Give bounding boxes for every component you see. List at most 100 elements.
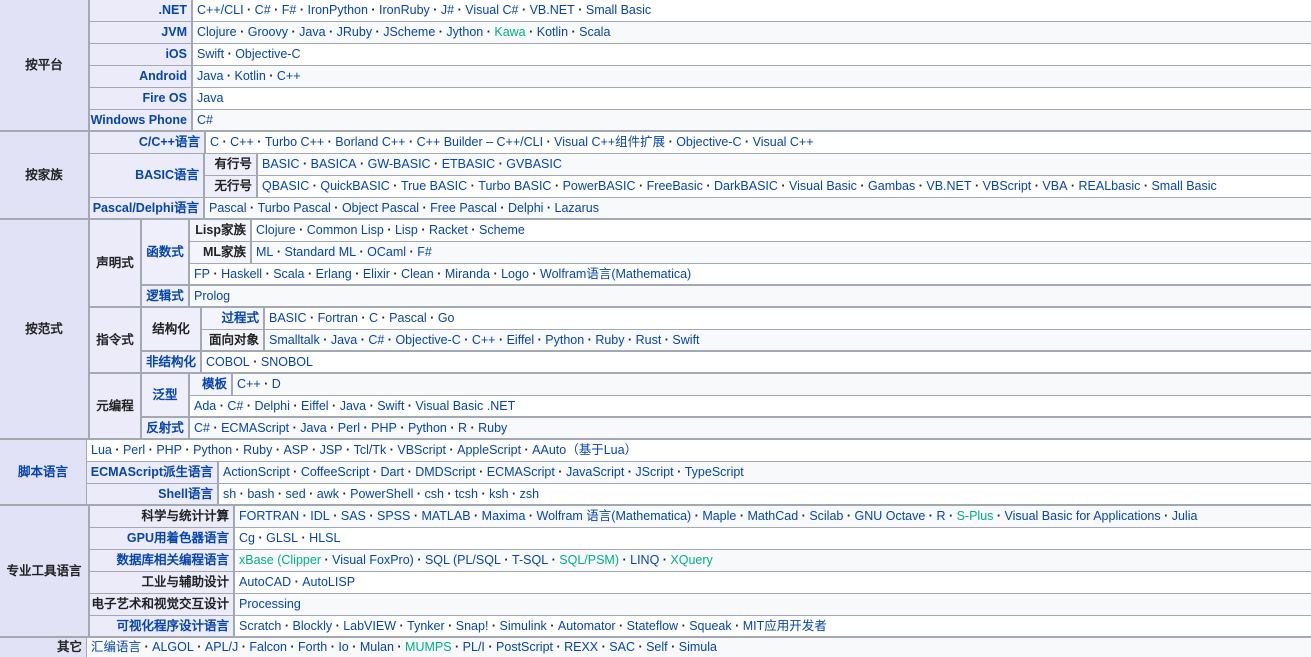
sub-label-procedural[interactable]: 过程式 xyxy=(202,308,263,329)
list-item[interactable]: Mulan xyxy=(360,640,405,654)
list-item[interactable]: F# xyxy=(282,3,308,17)
list-item[interactable]: ML xyxy=(256,245,284,259)
list-item[interactable]: REALbasic xyxy=(1079,179,1152,193)
sub-label-template[interactable]: 模板 xyxy=(190,374,231,395)
list-item[interactable]: C++ xyxy=(277,69,301,83)
list-item[interactable]: D xyxy=(272,377,281,391)
list-item[interactable]: Clojure xyxy=(256,223,307,237)
list-item[interactable]: Kotlin xyxy=(537,25,579,39)
list-item[interactable]: DarkBASIC xyxy=(714,179,789,193)
list-item[interactable]: GVBASIC xyxy=(506,157,562,171)
sub-label-unstructured[interactable]: 非结构化 xyxy=(142,352,200,372)
row-label-dotnet[interactable]: .NET xyxy=(90,0,191,21)
list-item[interactable]: ECMAScript xyxy=(487,465,566,479)
list-item[interactable]: C++/CLI xyxy=(197,3,255,17)
list-item[interactable]: JScript xyxy=(635,465,684,479)
list-item[interactable]: Visual C++ xyxy=(753,135,814,149)
list-item[interactable]: ASP xyxy=(283,443,319,457)
list-item[interactable]: Squeak xyxy=(689,619,743,633)
row-label-ios[interactable]: iOS xyxy=(90,44,191,65)
list-item[interactable]: ECMAScript xyxy=(221,421,300,435)
list-item[interactable]: CoffeeScript xyxy=(301,465,381,479)
list-item[interactable]: VB.NET xyxy=(530,3,586,17)
list-item[interactable]: C++ xyxy=(472,333,507,347)
list-item[interactable]: Delphi xyxy=(254,399,301,413)
list-item[interactable]: Wolfram语言(Mathematica) xyxy=(540,267,691,281)
list-item[interactable]: SQL (PL/SQL xyxy=(425,553,512,567)
list-item[interactable]: Python xyxy=(193,443,243,457)
list-item[interactable]: awk xyxy=(317,487,350,501)
list-item[interactable]: Pascal xyxy=(209,201,258,215)
list-item[interactable]: Turbo Pascal xyxy=(258,201,342,215)
list-item[interactable]: AutoLISP xyxy=(302,575,355,589)
list-item[interactable]: Scheme xyxy=(479,223,525,237)
list-item[interactable]: JSP xyxy=(320,443,354,457)
row-label-database[interactable]: 数据库相关编程语言 xyxy=(90,550,233,571)
list-item[interactable]: Java xyxy=(299,25,337,39)
list-item[interactable]: Scala xyxy=(273,267,315,281)
list-item[interactable]: LINQ xyxy=(630,553,670,567)
list-item[interactable]: Visual C# xyxy=(465,3,529,17)
list-item[interactable]: OCaml xyxy=(367,245,417,259)
list-item[interactable]: Prolog xyxy=(194,289,230,303)
list-item[interactable]: Lisp xyxy=(395,223,429,237)
row-label-pascal[interactable]: Pascal/Delphi语言 xyxy=(90,198,203,218)
list-item[interactable]: Go xyxy=(438,311,455,325)
sub-label-generic[interactable]: 泛型 xyxy=(142,374,188,416)
list-item[interactable]: REXX xyxy=(564,640,609,654)
list-item[interactable]: TypeScript xyxy=(685,465,744,479)
list-item[interactable]: GNU Octave xyxy=(854,509,936,523)
list-item[interactable]: tcsh xyxy=(455,487,489,501)
list-item[interactable]: ETBASIC xyxy=(442,157,507,171)
list-item[interactable]: GW-BASIC xyxy=(368,157,442,171)
list-item[interactable]: Swift xyxy=(672,333,699,347)
list-item[interactable]: PHP xyxy=(156,443,193,457)
list-item[interactable]: BASIC xyxy=(269,311,318,325)
list-item[interactable]: ALGOL xyxy=(152,640,205,654)
list-item[interactable]: XQuery xyxy=(670,553,712,567)
list-item[interactable]: ActionScript xyxy=(223,465,301,479)
list-item[interactable]: Java xyxy=(197,91,223,105)
list-item[interactable]: Visual FoxPro) xyxy=(332,553,425,567)
list-item[interactable]: Groovy xyxy=(248,25,299,39)
list-item[interactable]: C xyxy=(210,135,230,149)
list-item[interactable]: Kawa xyxy=(494,25,536,39)
list-item[interactable]: True BASIC xyxy=(401,179,478,193)
list-item[interactable]: QBASIC xyxy=(262,179,320,193)
list-item[interactable]: csh xyxy=(424,487,455,501)
list-item[interactable]: Gambas xyxy=(868,179,926,193)
list-item[interactable]: Maxima xyxy=(482,509,537,523)
list-item[interactable]: Self xyxy=(646,640,679,654)
list-item[interactable]: Java xyxy=(197,69,235,83)
list-item[interactable]: Ruby xyxy=(595,333,635,347)
list-item[interactable]: Cg xyxy=(239,531,266,545)
list-item[interactable]: Objective-C xyxy=(676,135,752,149)
list-item[interactable]: MIT应用开发者 xyxy=(743,619,827,633)
list-item[interactable]: Fortran xyxy=(318,311,369,325)
list-item[interactable]: C# xyxy=(255,3,282,17)
sub-label-logic[interactable]: 逻辑式 xyxy=(142,286,188,306)
list-item[interactable]: LabVIEW xyxy=(343,619,407,633)
list-item[interactable]: R xyxy=(458,421,478,435)
list-item[interactable]: Delphi xyxy=(508,201,555,215)
list-item[interactable]: Simulink xyxy=(500,619,558,633)
list-item[interactable]: SNOBOL xyxy=(261,355,313,369)
list-item[interactable]: Processing xyxy=(239,597,301,611)
row-label-fireos[interactable]: Fire OS xyxy=(90,88,191,109)
list-item[interactable]: IronPython xyxy=(307,3,379,17)
list-item[interactable]: Java xyxy=(331,333,369,347)
list-item[interactable]: Logo xyxy=(501,267,540,281)
list-item[interactable]: Scala xyxy=(579,25,610,39)
list-item[interactable]: JavaScript xyxy=(566,465,635,479)
list-item[interactable]: ksh xyxy=(489,487,520,501)
list-item[interactable]: Visual Basic .NET xyxy=(415,399,515,413)
list-item[interactable]: PostScript xyxy=(496,640,564,654)
list-item[interactable]: C xyxy=(369,311,389,325)
list-item[interactable]: Erlang xyxy=(316,267,363,281)
list-item[interactable]: Dart xyxy=(380,465,415,479)
list-item[interactable]: FreeBasic xyxy=(647,179,714,193)
list-item[interactable]: BASICA xyxy=(311,157,368,171)
list-item[interactable]: 汇编语言 xyxy=(91,640,152,654)
list-item[interactable]: HLSL xyxy=(309,531,340,545)
list-item[interactable]: T-SQL xyxy=(512,553,559,567)
